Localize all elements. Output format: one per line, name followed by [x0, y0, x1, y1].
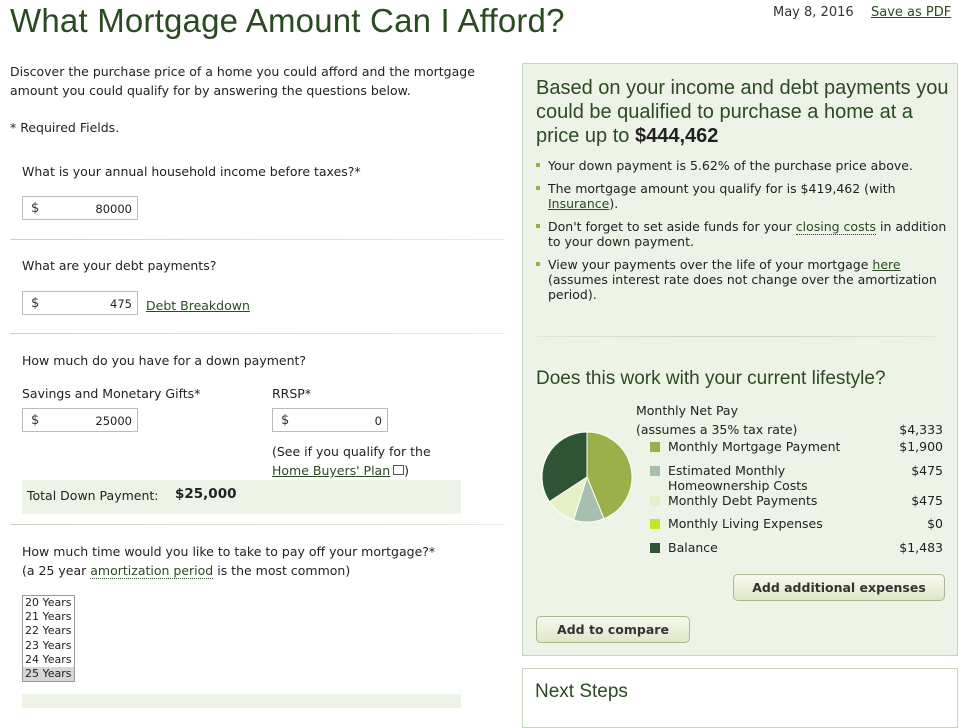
legend-swatch-mortgage — [650, 442, 660, 452]
debt-value: 475 — [110, 297, 132, 311]
page-title: What Mortgage Amount Can I Afford? — [10, 2, 565, 39]
budget-pie-chart — [541, 431, 633, 523]
bullet-down-payment: Your down payment is 5.62% of the purcha… — [533, 158, 953, 173]
next-steps-panel: Next Steps — [522, 668, 958, 728]
amortization-note-suffix: is the most common) — [217, 563, 351, 578]
bullet-closing-costs: Don't forget to set aside funds for your… — [533, 219, 953, 249]
income-label: What is your annual household income bef… — [22, 164, 361, 179]
debt-breakdown-link[interactable]: Debt Breakdown — [146, 296, 250, 315]
amortization-option-selected[interactable]: 25 Years — [23, 666, 74, 682]
save-as-pdf-link[interactable]: Save as PDF — [871, 5, 951, 20]
next-steps-heading: Next Steps — [535, 681, 628, 702]
bullet-text: (assumes interest rate does not change o… — [548, 272, 937, 302]
divider — [10, 333, 505, 334]
intro-text: Discover the purchase price of a home yo… — [10, 64, 475, 98]
currency-symbol: $ — [31, 296, 40, 311]
results-headline-text: Based on your income and debt payments y… — [536, 77, 949, 147]
amortization-option[interactable]: 21 Years — [23, 610, 74, 624]
report-date: May 8, 2016 — [773, 5, 854, 20]
total-down-payment-bar: Total Down Payment: $25,000 — [22, 480, 461, 514]
legend-swatch-debt — [650, 496, 660, 506]
hbp-suffix: ) — [404, 463, 410, 478]
bullet-text: The mortgage amount you qualify for is $… — [548, 181, 896, 196]
amortization-option[interactable]: 24 Years — [23, 653, 74, 667]
purchase-price: $444,462 — [634, 125, 719, 147]
net-pay-label: Monthly Net Pay — [636, 403, 738, 418]
results-headline: Based on your income and debt payments y… — [536, 76, 951, 148]
rrsp-input[interactable]: $ 0 — [272, 408, 388, 432]
legend-swatch-balance — [650, 543, 660, 553]
legend-swatch-living — [650, 519, 660, 529]
divider — [537, 336, 937, 337]
net-pay-note: (assumes a 35% tax rate) — [636, 422, 798, 437]
bullet-text: Don't forget to set aside funds for your — [548, 219, 792, 234]
debt-input[interactable]: $ 475 — [22, 291, 138, 315]
savings-input[interactable]: $ 25000 — [22, 408, 138, 432]
lifestyle-heading: Does this work with your current lifesty… — [536, 368, 886, 389]
down-payment-label: How much do you have for a down payment? — [22, 353, 307, 368]
legend-living-label: Monthly Living Expenses — [668, 516, 823, 531]
bullet-text: ). — [609, 196, 619, 211]
amortization-period-link[interactable]: amortization period — [90, 563, 214, 579]
legend-homeownership-value: $475 — [911, 463, 943, 478]
bullet-mortgage-amount: The mortgage amount you qualify for is $… — [533, 181, 953, 211]
total-down-payment-value: $25,000 — [175, 486, 237, 502]
legend-swatch-homeownership — [650, 466, 660, 476]
hbp-note: (See if you qualify for the Home Buyers'… — [272, 442, 462, 480]
bullet-payments: View your payments over the life of your… — [533, 257, 953, 302]
amortization-option[interactable]: 22 Years — [23, 624, 74, 638]
legend-homeownership-label: Estimated Monthly Homeownership Costs — [668, 463, 808, 493]
required-note: * Required Fields. — [10, 120, 120, 135]
insurance-link[interactable]: Insurance — [548, 196, 609, 211]
add-expenses-button[interactable]: Add additional expenses — [733, 574, 945, 601]
divider — [10, 239, 505, 240]
add-to-compare-button[interactable]: Add to compare — [536, 616, 690, 643]
hbp-prefix: (See if you qualify for the — [272, 444, 431, 459]
rrsp-label: RRSP* — [272, 386, 312, 401]
external-link-icon — [393, 465, 405, 475]
bottom-section-bar — [22, 694, 461, 708]
results-bullets: Your down payment is 5.62% of the purcha… — [533, 158, 953, 310]
legend-balance-label: Balance — [668, 540, 718, 555]
savings-value: 25000 — [95, 414, 132, 428]
amortization-option[interactable]: 23 Years — [23, 639, 74, 653]
savings-label: Savings and Monetary Gifts* — [22, 386, 201, 401]
amortization-note: (a 25 year amortization period is the mo… — [22, 561, 350, 580]
amortization-label: How much time would you like to take to … — [22, 544, 436, 559]
amortization-note-prefix: (a 25 year — [22, 563, 87, 578]
payments-here-link[interactable]: here — [872, 257, 900, 272]
currency-symbol: $ — [31, 201, 40, 216]
legend-debt-value: $475 — [911, 493, 943, 508]
legend-balance-value: $1,483 — [899, 540, 943, 555]
results-panel: Based on your income and debt payments y… — [522, 63, 958, 656]
currency-symbol: $ — [31, 413, 40, 428]
amortization-select[interactable]: 20 Years 21 Years 22 Years 23 Years 24 Y… — [22, 595, 75, 682]
net-pay-value: $4,333 — [899, 422, 943, 437]
legend-mortgage-label: Monthly Mortgage Payment — [668, 439, 841, 454]
home-buyers-plan-link[interactable]: Home Buyers' Plan — [272, 463, 390, 478]
currency-symbol: $ — [281, 413, 290, 428]
legend-mortgage-value: $1,900 — [899, 439, 943, 454]
divider — [10, 524, 505, 525]
total-down-payment-label: Total Down Payment: — [27, 488, 159, 503]
bullet-text: View your payments over the life of your… — [548, 257, 869, 272]
debt-label: What are your debt payments? — [22, 258, 217, 273]
income-input[interactable]: $ 80000 — [22, 196, 138, 220]
amortization-option[interactable]: 20 Years — [23, 596, 74, 610]
legend-debt-label: Monthly Debt Payments — [668, 493, 818, 508]
income-value: 80000 — [95, 202, 132, 216]
legend-living-value: $0 — [927, 516, 943, 531]
rrsp-value: 0 — [374, 414, 382, 428]
closing-costs-link[interactable]: closing costs — [795, 219, 876, 235]
bullet-text: Your down payment is 5.62% of the purcha… — [548, 158, 913, 173]
